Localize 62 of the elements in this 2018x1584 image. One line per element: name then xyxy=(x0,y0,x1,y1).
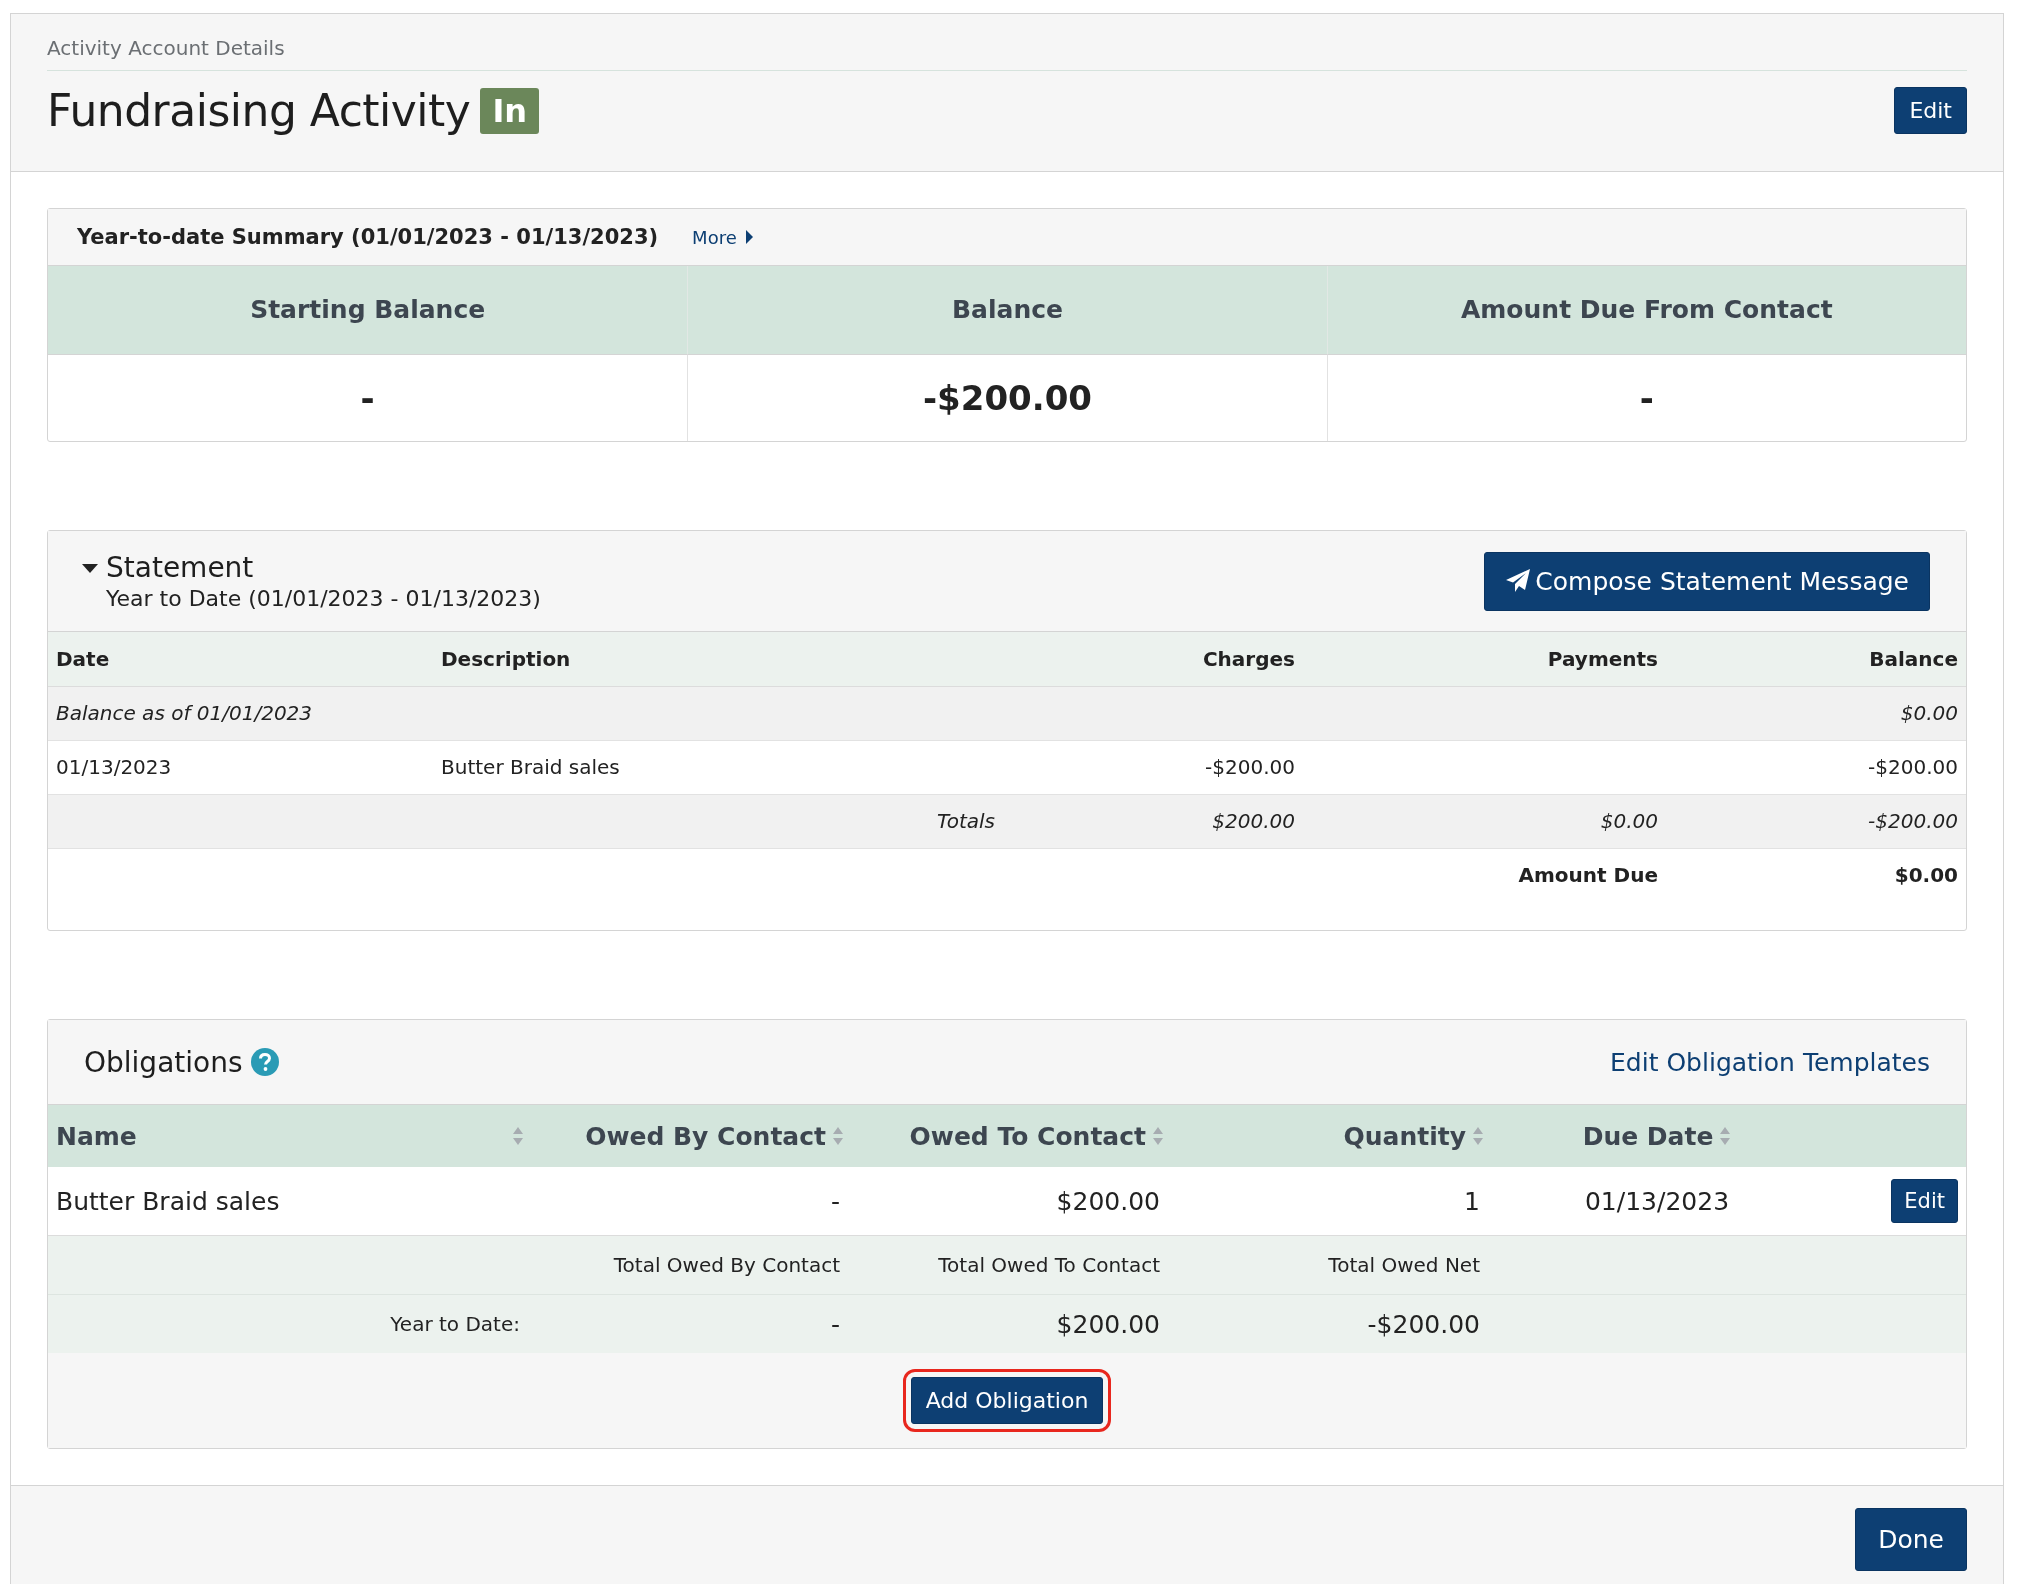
totals-value: $200.00 xyxy=(1055,1308,1161,1341)
page-title: Fundraising Activity xyxy=(47,85,471,136)
summary-title: Year-to-date Summary (01/01/2023 - 01/13/2023) xyxy=(77,225,659,249)
table-cell-text: $0.00 xyxy=(1899,700,1959,727)
column-header[interactable]: Owed To Contact xyxy=(852,1105,1172,1167)
table-cell-text: $200.00 xyxy=(1211,808,1296,835)
table-cell-text: -$200.00 xyxy=(1867,754,1959,781)
sort-icon xyxy=(1719,1126,1732,1146)
column-header[interactable]: Quantity xyxy=(1172,1105,1492,1167)
sort-icon xyxy=(832,1126,844,1146)
column-header: Balance xyxy=(1868,646,1959,673)
sort-icon xyxy=(1472,1126,1484,1146)
edit-templates-link[interactable]: Edit Obligation Templates xyxy=(1610,1047,1930,1077)
section-title: Statement xyxy=(106,551,254,584)
section-subtitle: Year to Date (01/01/2023 - 01/13/2023) xyxy=(105,586,541,611)
edit-button[interactable]: Edit xyxy=(1894,87,1967,134)
table-cell-text: -$200.00 xyxy=(1204,754,1296,781)
table-cell-text: $0.00 xyxy=(1893,862,1959,889)
column-header[interactable]: Owed By Contact xyxy=(532,1105,852,1167)
help-icon xyxy=(250,1048,279,1076)
column-header: Amount Due From Contact xyxy=(1326,266,1966,354)
table-cell-text: Amount Due xyxy=(1517,862,1659,889)
table-cell-text: $200.00 xyxy=(1055,1185,1161,1218)
column-header: Charges xyxy=(1201,646,1296,673)
sort-icon xyxy=(512,1126,524,1146)
table-cell-text: Totals xyxy=(935,808,996,835)
table-cell-text: 1 xyxy=(1463,1185,1481,1218)
status-badge: In xyxy=(480,87,540,134)
column-header[interactable]: Due Date xyxy=(1492,1105,1822,1167)
summary-value: -$200.00 xyxy=(687,354,1327,441)
totals-value: -$200.00 xyxy=(1366,1308,1481,1341)
summary-value: - xyxy=(48,354,688,441)
table-cell-text: Butter Braid sales xyxy=(440,754,621,781)
table-cell-text: 01/13/2023 xyxy=(1583,1185,1731,1218)
breadcrumb: Activity Account Details xyxy=(47,36,1967,71)
column-header: Description xyxy=(440,646,572,673)
table-cell-text: Butter Braid sales xyxy=(55,1185,281,1218)
sort-icon xyxy=(1152,1126,1164,1146)
compose-button[interactable]: Compose Statement Message xyxy=(1484,551,1930,611)
table-cell-text: $0.00 xyxy=(1599,808,1659,835)
caret-right-icon xyxy=(744,230,754,244)
summary-value: - xyxy=(1326,354,1966,441)
add-obligation-button[interactable]: Add Obligation xyxy=(910,1377,1104,1424)
more-link[interactable]: More xyxy=(692,226,754,248)
column-header: Starting Balance xyxy=(48,266,688,354)
column-header: Date xyxy=(55,646,111,673)
table-cell-text: 01/13/2023 xyxy=(55,754,173,781)
table-cell-text: Balance as of 01/01/2023 xyxy=(55,700,314,727)
column-header: Balance xyxy=(687,266,1327,354)
done-button[interactable]: Done xyxy=(1855,1508,1967,1571)
table-cell-text: -$200.00 xyxy=(1867,808,1959,835)
totals-label: Total Owed To Contact xyxy=(937,1252,1161,1279)
column-header[interactable]: Name xyxy=(48,1105,532,1167)
paper-plane-icon xyxy=(1505,568,1532,594)
section-title: Obligations xyxy=(84,1045,243,1079)
totals-label: Total Owed Net xyxy=(1327,1252,1481,1279)
edit-button[interactable]: Edit xyxy=(1891,1179,1958,1223)
totals-label: Total Owed By Contact xyxy=(612,1252,841,1279)
table-cell-text: - xyxy=(829,1185,841,1218)
totals-label: Year to Date: xyxy=(389,1311,521,1338)
column-header: Payments xyxy=(1546,646,1659,673)
totals-value: - xyxy=(829,1308,841,1341)
